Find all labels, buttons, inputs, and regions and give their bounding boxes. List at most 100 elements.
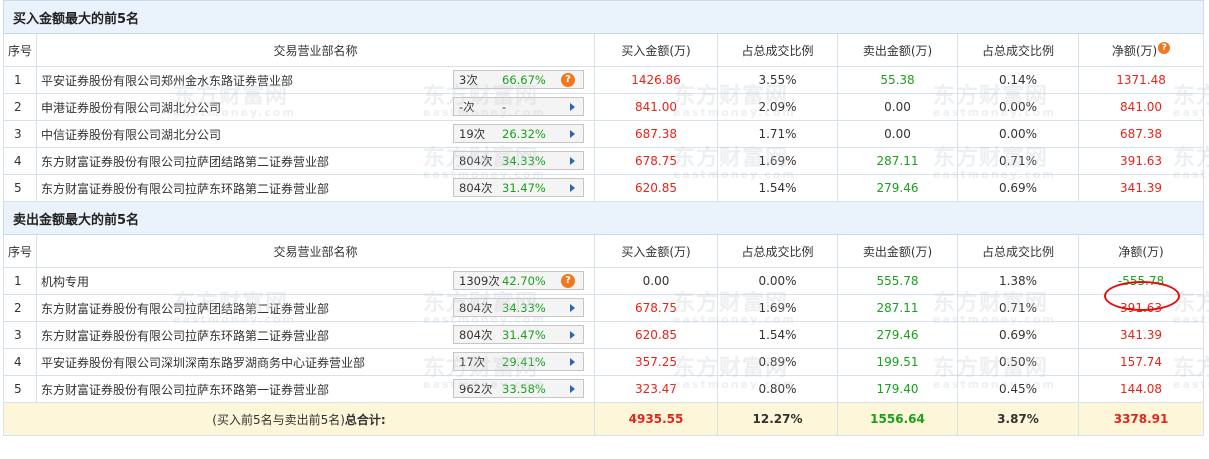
- history-badge[interactable]: 804次 31.47%: [453, 325, 584, 344]
- table-row: 1 平安证券股份有限公司郑州金水东路证券营业部 3次 66.67%? 1426.86 3.…: [3, 66, 1205, 94]
- sell-ratio: 0.45%: [957, 375, 1079, 403]
- appearance-count: 804次: [459, 181, 493, 195]
- broker-cell: 东方财富证券股份有限公司拉萨东环路第一证券营业部 962次 33.58%: [36, 375, 595, 403]
- table-row: 4 平安证券股份有限公司深圳深南东路罗湖商务中心证券营业部 17次 29.41% 357…: [3, 348, 1205, 376]
- appearance-count: -次: [459, 100, 475, 114]
- broker-name-link[interactable]: 申港证券股份有限公司湖北分公司: [41, 101, 221, 115]
- rise-probability: -: [502, 100, 507, 114]
- row-index: 2: [3, 93, 37, 121]
- broker-name-link[interactable]: 机构专用: [41, 275, 89, 289]
- buy-ratio: 3.55%: [717, 66, 838, 94]
- sell-amount: 179.40: [837, 375, 958, 403]
- col-header-sell-ratio: 占总成交比例: [957, 234, 1079, 268]
- history-badge[interactable]: 19次 26.32%: [453, 124, 584, 143]
- col-header-buy: 买入金额(万): [594, 234, 718, 268]
- history-badge[interactable]: 3次 66.67%?: [453, 70, 584, 89]
- arrow-right-icon[interactable]: [570, 331, 575, 339]
- col-header-sell: 卖出金额(万): [837, 234, 958, 268]
- broker-cell: 东方财富证券股份有限公司拉萨东环路第二证券营业部 804次 31.47%: [36, 321, 595, 349]
- history-badge[interactable]: 1309次 42.70%?: [453, 271, 584, 290]
- history-badge[interactable]: -次 -: [453, 97, 584, 116]
- table-row: 2 申港证券股份有限公司湖北分公司 -次 -841.00 2.09% 0.00 0.00% 8…: [3, 93, 1205, 121]
- table-row: 2 东方财富证券股份有限公司拉萨团结路第二证券营业部 804次 34.33% 678.7…: [3, 294, 1205, 322]
- buy-ratio: 1.69%: [717, 294, 838, 322]
- col-header-index: 序号: [3, 33, 37, 67]
- buy-ratio: 1.54%: [717, 321, 838, 349]
- col-header-sell: 卖出金额(万): [837, 33, 958, 67]
- col-header-sell-ratio: 占总成交比例: [957, 33, 1079, 67]
- net-amount: 341.39: [1077, 321, 1205, 349]
- broker-cell: 东方财富证券股份有限公司拉萨东环路第二证券营业部 804次 31.47%: [36, 174, 595, 202]
- sell-amount: 0.00: [837, 120, 958, 148]
- arrow-right-icon[interactable]: [570, 358, 575, 366]
- total-net: 3378.91: [1077, 402, 1205, 436]
- broker-cell: 东方财富证券股份有限公司拉萨团结路第二证券营业部 804次 34.33%: [36, 147, 595, 175]
- net-amount: -555.78: [1077, 267, 1205, 295]
- col-header-broker: 交易营业部名称: [36, 234, 595, 268]
- buy-amount: 841.00: [594, 93, 718, 121]
- col-header-net: 净额(万)?: [1077, 33, 1205, 67]
- buy-ratio: 1.69%: [717, 147, 838, 175]
- appearance-count: 804次: [459, 154, 493, 168]
- rise-probability: 66.67%: [502, 73, 546, 87]
- buy-amount: 678.75: [594, 147, 718, 175]
- question-icon[interactable]: ?: [1158, 41, 1171, 54]
- total-label: (买入前5名与卖出前5名)总合计:: [3, 402, 595, 436]
- col-header-buy-ratio: 占总成交比例: [717, 33, 838, 67]
- history-badge[interactable]: 17次 29.41%: [453, 352, 584, 371]
- row-index: 2: [3, 294, 37, 322]
- rise-probability: 42.70%: [502, 274, 546, 288]
- net-amount: 144.08: [1077, 375, 1205, 403]
- arrow-right-icon[interactable]: [570, 385, 575, 393]
- rise-probability: 33.58%: [502, 382, 546, 396]
- row-index: 3: [3, 321, 37, 349]
- appearance-count: 17次: [459, 355, 486, 369]
- arrow-right-icon[interactable]: [570, 184, 575, 192]
- row-index: 3: [3, 120, 37, 148]
- sell-amount: 555.78: [837, 267, 958, 295]
- history-badge[interactable]: 804次 31.47%: [453, 178, 584, 197]
- total-sell: 1556.64: [837, 402, 958, 436]
- sell-amount: 55.38: [837, 66, 958, 94]
- history-badge[interactable]: 962次 33.58%: [453, 379, 584, 398]
- arrow-right-icon[interactable]: [570, 103, 575, 111]
- buy-ratio: 0.00%: [717, 267, 838, 295]
- buy-header-row: 序号 交易营业部名称 买入金额(万) 占总成交比例 卖出金额(万) 占总成交比例…: [3, 33, 1205, 67]
- broker-name-link[interactable]: 东方财富证券股份有限公司拉萨东环路第二证券营业部: [41, 329, 329, 343]
- net-amount: 841.00: [1077, 93, 1205, 121]
- sell-amount: 287.11: [837, 147, 958, 175]
- sell-ratio: 0.69%: [957, 321, 1079, 349]
- sell-ratio: 0.71%: [957, 147, 1079, 175]
- sell-ratio: 0.71%: [957, 294, 1079, 322]
- rise-probability: 29.41%: [502, 355, 546, 369]
- question-icon[interactable]: ?: [561, 274, 575, 288]
- net-amount: 341.39: [1077, 174, 1205, 202]
- broker-name-link[interactable]: 平安证券股份有限公司郑州金水东路证券营业部: [41, 74, 293, 88]
- arrow-right-icon[interactable]: [570, 157, 575, 165]
- broker-name-link[interactable]: 平安证券股份有限公司深圳深南东路罗湖商务中心证券营业部: [41, 356, 365, 370]
- broker-name-link[interactable]: 东方财富证券股份有限公司拉萨东环路第二证券营业部: [41, 182, 329, 196]
- broker-name-link[interactable]: 东方财富证券股份有限公司拉萨东环路第一证券营业部: [41, 383, 329, 397]
- buy-section-title: 买入金额最大的前5名: [2, 0, 1205, 34]
- net-amount: 391.63: [1077, 294, 1205, 322]
- question-icon[interactable]: ?: [561, 73, 575, 87]
- buy-amount: 357.25: [594, 348, 718, 376]
- rise-probability: 26.32%: [502, 127, 546, 141]
- total-buy-ratio: 12.27%: [717, 402, 838, 436]
- rise-probability: 34.33%: [502, 301, 546, 315]
- appearance-count: 804次: [459, 328, 493, 342]
- broker-name-link[interactable]: 中信证券股份有限公司湖北分公司: [41, 128, 221, 142]
- broker-name-link[interactable]: 东方财富证券股份有限公司拉萨团结路第二证券营业部: [41, 302, 329, 316]
- row-index: 5: [3, 174, 37, 202]
- buy-amount: 620.85: [594, 321, 718, 349]
- arrow-right-icon[interactable]: [570, 130, 575, 138]
- arrow-right-icon[interactable]: [570, 304, 575, 312]
- appearance-count: 19次: [459, 127, 486, 141]
- sell-section-title: 卖出金额最大的前5名: [2, 201, 1205, 235]
- history-badge[interactable]: 804次 34.33%: [453, 151, 584, 170]
- table-row: 3 中信证券股份有限公司湖北分公司 19次 26.32% 687.38 1.71% 0.00…: [3, 120, 1205, 148]
- total-label-bold: 总合计:: [344, 412, 386, 427]
- broker-name-link[interactable]: 东方财富证券股份有限公司拉萨团结路第二证券营业部: [41, 155, 329, 169]
- history-badge[interactable]: 804次 34.33%: [453, 298, 584, 317]
- row-index: 1: [3, 66, 37, 94]
